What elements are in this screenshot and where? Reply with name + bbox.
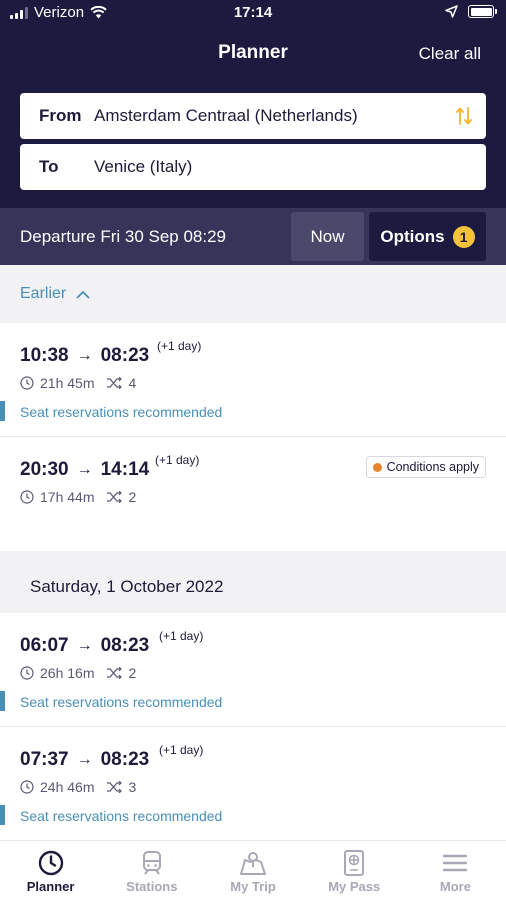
plus-day-label: (+1 day) — [159, 743, 204, 757]
duration: 17h 44m — [40, 489, 95, 505]
day-header-label: Saturday, 1 October 2022 — [30, 577, 224, 596]
from-label: From — [39, 106, 82, 125]
plus-day-label: (+1 day) — [155, 453, 200, 467]
clock-icon — [20, 490, 34, 504]
from-field[interactable]: From Amsterdam Centraal (Netherlands) — [20, 93, 486, 139]
reservation-accent-bar — [0, 691, 5, 711]
reservation-accent-bar — [0, 401, 5, 421]
arrival-time: 14:14 — [100, 459, 150, 480]
duration: 26h 16m — [40, 665, 95, 681]
seat-reservation-note: Seat reservations recommended — [20, 808, 223, 824]
departure-datetime[interactable]: Departure Fri 30 Sep 08:29 — [20, 227, 226, 247]
tab-label: My Trip — [230, 879, 276, 894]
swap-direction-icon[interactable] — [456, 106, 472, 126]
arrow-right-icon: → — [76, 347, 93, 364]
departure-time: 07:37 — [20, 749, 69, 770]
menu-icon — [443, 854, 468, 872]
options-button[interactable]: Options 1 — [369, 212, 486, 261]
now-button[interactable]: Now — [291, 212, 364, 261]
trip-row[interactable]: 10:38 → 08:23 (+1 day) 21h 45m 4 Seat re… — [0, 323, 506, 437]
trip-row[interactable]: 07:37 → 08:23 (+1 day) 24h 46m 3 Seat re… — [0, 727, 506, 840]
planner-header: Planner Clear all From Amsterdam Centraa… — [0, 28, 506, 208]
clear-all-button[interactable]: Clear all — [419, 44, 481, 64]
passport-icon — [344, 850, 365, 876]
clock-icon — [20, 780, 34, 794]
arrow-right-icon: → — [76, 751, 93, 768]
chevron-up-icon — [76, 290, 90, 299]
options-count-badge: 1 — [452, 225, 475, 248]
tab-label: More — [439, 879, 471, 894]
arrival-time: 08:23 — [100, 345, 150, 366]
trip-row[interactable]: 20:30 → 14:14 (+1 day) Conditions apply … — [0, 437, 506, 551]
info-dot-icon — [372, 462, 382, 472]
seat-reservation-note: Seat reservations recommended — [20, 694, 223, 710]
seat-reservation-note: Seat reservations recommended — [20, 404, 223, 420]
transfers-icon — [107, 491, 123, 503]
departure-time: 10:38 — [20, 345, 69, 366]
to-field[interactable]: To Venice (Italy) — [20, 144, 486, 190]
day-header: Saturday, 1 October 2022 — [0, 551, 506, 613]
conditions-label: Conditions apply — [386, 460, 479, 474]
plus-day-label: (+1 day) — [159, 629, 204, 643]
map-icon — [240, 852, 266, 875]
options-label: Options — [380, 226, 445, 246]
tab-label: Planner — [26, 879, 75, 894]
earlier-row[interactable]: Earlier — [0, 265, 506, 323]
arrow-right-icon: → — [76, 637, 93, 654]
plus-day-label: (+1 day) — [157, 339, 202, 353]
conditions-badge[interactable]: Conditions apply — [365, 456, 486, 478]
to-label: To — [39, 157, 59, 176]
departure-time: 06:07 — [20, 635, 69, 656]
clock-icon — [20, 376, 34, 390]
transfer-count: 2 — [128, 665, 137, 681]
transfer-count: 3 — [128, 779, 137, 795]
earlier-label: Earlier — [20, 285, 67, 302]
clock-icon — [38, 850, 63, 876]
battery-icon — [468, 5, 497, 18]
transfers-icon — [107, 781, 123, 793]
transfers-icon — [107, 667, 123, 679]
duration: 21h 45m — [40, 375, 95, 391]
duration: 24h 46m — [40, 779, 95, 795]
status-bar: Verizon 17:14 — [0, 0, 506, 28]
tab-label: My Pass — [328, 879, 381, 894]
arrival-time: 08:23 — [100, 749, 150, 770]
tab-bar: Planner Stations My Trip My Pass More — [0, 840, 506, 900]
to-value: Venice (Italy) — [94, 157, 193, 176]
status-time: 17:14 — [233, 4, 273, 21]
tab-my-trip[interactable]: My Trip — [202, 841, 303, 900]
reservation-accent-bar — [0, 805, 5, 825]
trip-row[interactable]: 06:07 → 08:23 (+1 day) 26h 16m 2 Seat re… — [0, 613, 506, 727]
tab-stations[interactable]: Stations — [101, 841, 202, 900]
transfer-count: 2 — [128, 489, 137, 505]
arrow-right-icon: → — [76, 461, 93, 478]
tab-my-pass[interactable]: My Pass — [304, 841, 405, 900]
tab-label: Stations — [126, 879, 178, 894]
arrival-time: 08:23 — [100, 635, 150, 656]
location-arrow-icon — [445, 5, 458, 18]
departure-time: 20:30 — [20, 459, 69, 480]
transfer-count: 4 — [128, 375, 137, 391]
from-value: Amsterdam Centraal (Netherlands) — [94, 106, 358, 125]
departure-bar: Departure Fri 30 Sep 08:29 Now Options 1 — [0, 208, 506, 265]
train-icon — [142, 851, 161, 875]
transfers-icon — [107, 377, 123, 389]
clock-icon — [20, 666, 34, 680]
tab-more[interactable]: More — [405, 841, 506, 900]
tab-planner[interactable]: Planner — [0, 841, 101, 900]
